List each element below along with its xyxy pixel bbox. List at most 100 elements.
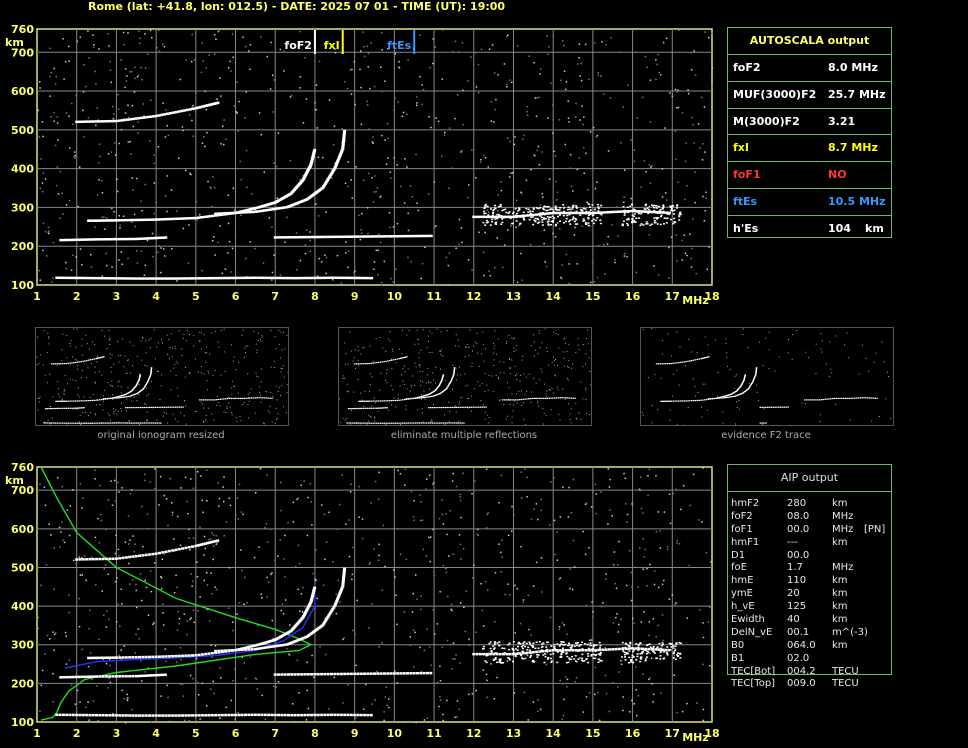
thumb-noise — [50, 406, 52, 408]
trace-point — [243, 648, 247, 651]
thumb-trace — [420, 397, 423, 399]
trace-point — [287, 276, 291, 280]
echo-dot — [556, 661, 559, 664]
autoscala-value: 3.21 — [828, 114, 856, 128]
thumb-trace — [106, 422, 108, 424]
echo-dot — [666, 652, 669, 655]
echo-dot — [672, 645, 675, 647]
trace-point — [237, 648, 241, 652]
thumb-noise — [145, 404, 147, 406]
thumb-noise — [198, 331, 200, 333]
noise-dot — [506, 137, 509, 139]
echo-dot — [657, 205, 660, 208]
trace-point — [188, 277, 192, 280]
noise-dot — [503, 244, 506, 246]
noise-dot — [196, 470, 199, 473]
noise-dot — [657, 624, 659, 627]
noise-dot — [205, 704, 208, 707]
trace-point — [277, 644, 281, 647]
echo-dot — [624, 659, 627, 661]
thumb-trace — [51, 407, 54, 410]
thumb-noise — [375, 338, 377, 340]
trace-point — [363, 672, 367, 675]
noise-dot — [142, 545, 144, 548]
trace-point — [277, 713, 281, 717]
noise-dot — [509, 140, 511, 143]
echo-dot — [529, 656, 532, 658]
thumb-trace — [160, 406, 162, 408]
noise-dot — [204, 547, 207, 550]
noise-dot — [90, 253, 92, 256]
noise-dot — [619, 51, 621, 53]
noise-dot — [409, 644, 412, 647]
noise-dot — [98, 638, 100, 641]
noise-dot — [303, 480, 305, 482]
noise-dot — [410, 261, 412, 263]
thumb-noise — [169, 358, 171, 360]
thumb-noise — [448, 421, 450, 423]
thumb-trace — [176, 406, 179, 408]
thumb-noise — [404, 371, 406, 373]
noise-dot — [289, 159, 292, 162]
echo-dot — [520, 657, 523, 659]
thumb-trace — [394, 399, 397, 402]
noise-dot — [134, 77, 136, 80]
noise-dot — [90, 266, 93, 268]
thumb-trace — [163, 406, 166, 408]
trace-point — [120, 237, 124, 241]
noise-dot — [628, 549, 631, 552]
noise-dot — [359, 50, 362, 52]
thumb-trace — [225, 398, 227, 400]
trace-point — [280, 673, 284, 676]
thumb-noise — [81, 412, 83, 414]
noise-dot — [105, 626, 108, 628]
thumb-trace — [123, 422, 125, 424]
noise-dot — [545, 663, 548, 666]
trace-point — [283, 713, 287, 717]
noise-dot — [497, 194, 500, 196]
noise-dot — [576, 263, 578, 265]
echo-dot — [515, 220, 518, 222]
noise-dot — [702, 719, 705, 722]
y-tick-label: 600 — [11, 85, 34, 98]
noise-dot — [342, 702, 344, 704]
trace-point — [344, 276, 348, 280]
thumb-noise — [138, 383, 140, 385]
noise-dot — [63, 541, 66, 544]
noise-dot — [477, 534, 479, 537]
thumb-trace — [379, 400, 382, 402]
trace-point — [214, 212, 218, 216]
thumb-trace — [102, 398, 105, 400]
noise-dot — [655, 474, 657, 477]
thumb-trace — [91, 422, 94, 424]
trace-point — [551, 649, 555, 652]
noise-dot — [451, 50, 454, 53]
trace-point — [111, 714, 115, 717]
trace-point — [205, 276, 209, 280]
trace-point — [137, 116, 141, 120]
noise-dot — [258, 112, 261, 114]
thumb-noise — [275, 348, 277, 350]
noise-dot — [115, 620, 118, 623]
echo-dot — [663, 217, 666, 219]
noise-dot — [354, 632, 356, 635]
noise-dot — [99, 155, 102, 158]
thumb-noise — [521, 359, 523, 361]
echo-dot — [644, 659, 647, 662]
trace-point — [554, 211, 558, 215]
trace-point — [412, 672, 416, 675]
noise-dot — [315, 203, 317, 205]
thumb-noise — [277, 418, 279, 420]
echo-dot — [481, 648, 484, 650]
noise-dot — [177, 610, 180, 613]
thumb-noise — [417, 339, 419, 341]
trace-point — [177, 217, 181, 220]
noise-dot — [189, 674, 192, 677]
echo-dot — [491, 218, 494, 220]
thumb-noise — [39, 396, 41, 398]
trace-point — [520, 214, 524, 218]
thumb-noise — [510, 373, 512, 375]
echo-dot — [637, 212, 640, 215]
echo-dot — [534, 220, 537, 222]
noise-dot — [380, 284, 383, 286]
